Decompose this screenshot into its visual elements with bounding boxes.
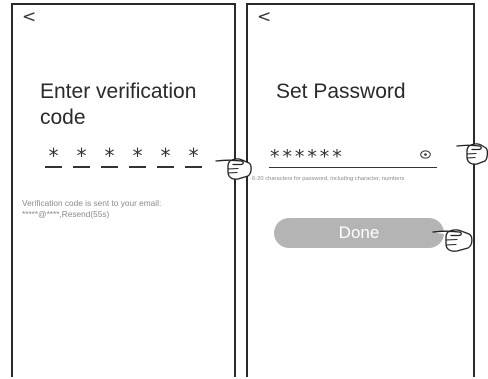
page-title: Enter verification code [40,79,225,131]
code-digit-5[interactable]: * [157,144,174,168]
password-field[interactable]: ****** [269,144,437,168]
pointing-hand-icon [215,158,252,180]
pointing-hand-icon [432,229,473,252]
code-digit-6[interactable]: * [185,144,202,168]
done-button[interactable]: Done [274,218,444,248]
code-digit-2[interactable]: * [73,144,90,168]
back-arrow-icon[interactable]: < [257,9,271,26]
back-arrow-icon[interactable]: < [22,9,36,26]
password-value: ****** [269,146,344,168]
password-requirements: 6-20 characters for password, including … [252,176,405,182]
title-line-2: code [40,106,86,129]
info-line-1: Verification code is sent to your email: [22,198,162,208]
verification-screen: < Enter verification code * * * * * * Ve… [11,3,236,377]
page-title: Set Password [276,80,406,103]
code-digit-1[interactable]: * [45,144,62,168]
code-digit-3[interactable]: * [101,144,118,168]
eye-icon[interactable] [420,149,431,160]
verification-info: Verification code is sent to your email:… [22,198,234,220]
code-digit-4[interactable]: * [129,144,146,168]
pointing-hand-icon [456,143,488,165]
resend-link[interactable]: *****@****,Resend(55s) [22,209,234,220]
title-line-1: Enter verification [40,80,197,103]
set-password-screen: < Set Password ****** 6-20 characters fo… [246,3,475,377]
